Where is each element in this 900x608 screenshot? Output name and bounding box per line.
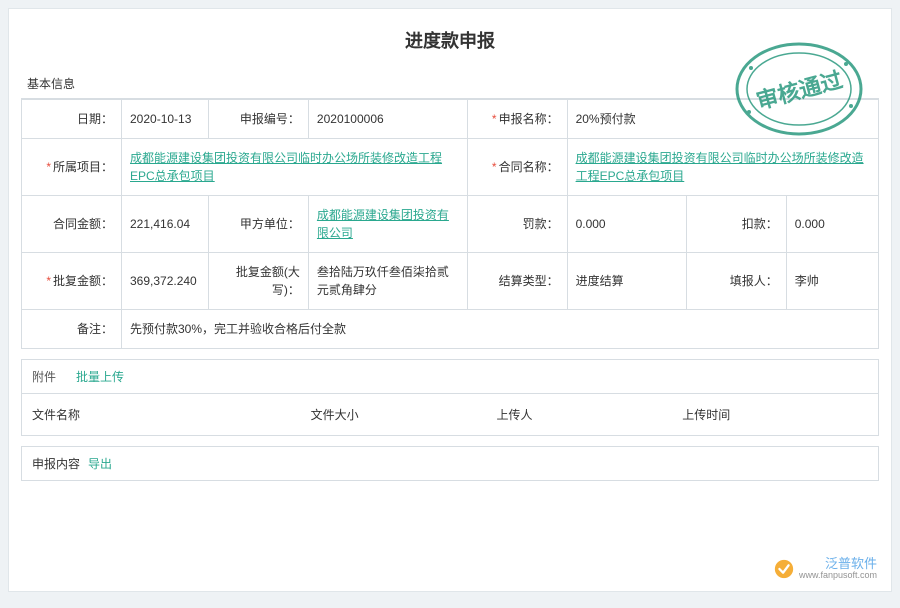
attachment-header-row: 文件名称 文件大小 上传人 上传时间 <box>22 394 878 435</box>
col-upload-time: 上传时间 <box>682 406 868 423</box>
value-deduction: 0.000 <box>786 196 878 253</box>
attachment-section: 附件 批量上传 文件名称 文件大小 上传人 上传时间 <box>21 359 879 436</box>
value-approved-amount: 369,372.240 <box>122 253 209 310</box>
label-approved-amount-cn: 批复金额(大写)： <box>208 253 308 310</box>
value-date: 2020-10-13 <box>122 100 209 139</box>
watermark: 泛普软件 www.fanpusoft.com <box>773 557 877 581</box>
tab-report-content[interactable]: 申报内容 <box>32 455 80 472</box>
value-settle-type: 进度结算 <box>567 253 686 310</box>
page-title: 进度款申报 <box>9 9 891 67</box>
basic-info-header: 基本信息 <box>21 67 879 99</box>
col-file-name: 文件名称 <box>32 406 311 423</box>
watermark-logo-icon <box>773 558 795 580</box>
value-remark: 先预付款30%，完工并验收合格后付全款 <box>122 310 879 349</box>
label-party-a: 甲方单位： <box>208 196 308 253</box>
value-contract-amount: 221,416.04 <box>122 196 209 253</box>
contract-link[interactable]: 成都能源建设集团投资有限公司临时办公场所装修改造工程EPC总承包项目 <box>576 151 864 183</box>
watermark-name: 泛普软件 <box>825 557 877 571</box>
label-contract-amount: 合同金额： <box>22 196 122 253</box>
label-settle-type: 结算类型： <box>467 253 567 310</box>
report-content-section: 申报内容 导出 <box>21 446 879 481</box>
label-deduction: 扣款： <box>686 196 786 253</box>
label-project: *所属项目： <box>22 139 122 196</box>
value-filler: 李帅 <box>786 253 878 310</box>
project-link[interactable]: 成都能源建设集团投资有限公司临时办公场所装修改造工程EPC总承包项目 <box>130 151 442 183</box>
tab-attachment[interactable]: 附件 <box>22 360 66 393</box>
batch-upload-button[interactable]: 批量上传 <box>66 360 134 393</box>
label-approved-amount: *批复金额： <box>22 253 122 310</box>
label-contract-name: *合同名称： <box>467 139 567 196</box>
label-remark: 备注： <box>22 310 122 349</box>
value-penalty: 0.000 <box>567 196 686 253</box>
watermark-url: www.fanpusoft.com <box>799 571 877 581</box>
col-file-size: 文件大小 <box>311 406 497 423</box>
value-report-no: 2020100006 <box>308 100 467 139</box>
label-report-no: 申报编号： <box>208 100 308 139</box>
basic-info-table: 日期： 2020-10-13 申报编号： 2020100006 *申报名称： 2… <box>21 99 879 349</box>
value-project: 成都能源建设集团投资有限公司临时办公场所装修改造工程EPC总承包项目 <box>122 139 468 196</box>
col-uploader: 上传人 <box>496 406 682 423</box>
label-penalty: 罚款： <box>467 196 567 253</box>
value-report-name: 20%预付款 <box>567 100 878 139</box>
value-party-a: 成都能源建设集团投资有限公司 <box>308 196 467 253</box>
label-filler: 填报人： <box>686 253 786 310</box>
value-approved-amount-cn: 叁拾陆万玖仟叁佰柒拾贰元贰角肆分 <box>308 253 467 310</box>
basic-info-section: 基本信息 日期： 2020-10-13 申报编号： 2020100006 *申报… <box>21 67 879 349</box>
party-a-link[interactable]: 成都能源建设集团投资有限公司 <box>317 208 449 240</box>
value-contract-name: 成都能源建设集团投资有限公司临时办公场所装修改造工程EPC总承包项目 <box>567 139 878 196</box>
label-date: 日期： <box>22 100 122 139</box>
export-button[interactable]: 导出 <box>88 455 112 472</box>
label-report-name: *申报名称： <box>467 100 567 139</box>
